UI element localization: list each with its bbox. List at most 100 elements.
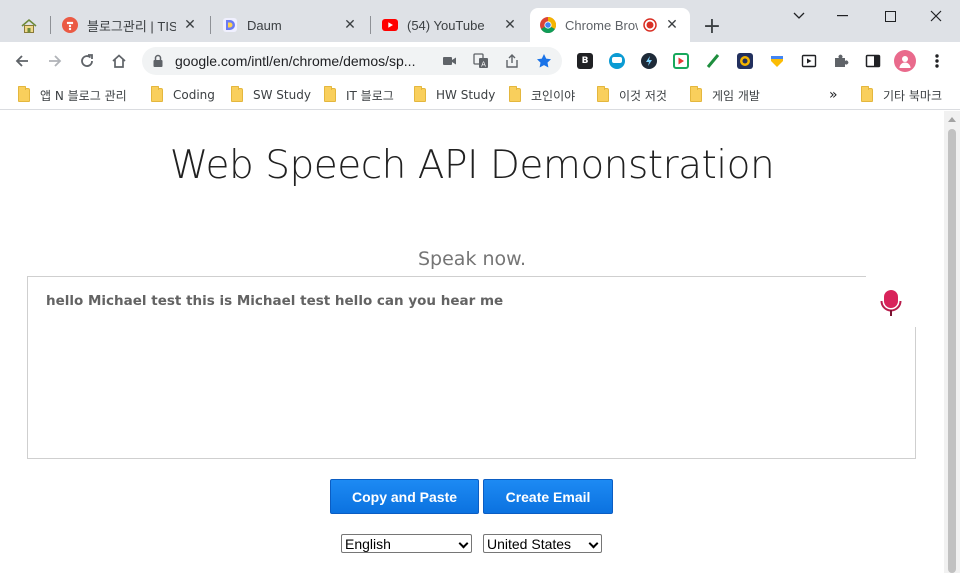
forward-icon[interactable]: [43, 49, 67, 73]
home-tab[interactable]: [12, 12, 46, 40]
share-icon[interactable]: [504, 53, 520, 69]
extension-b-icon[interactable]: B: [577, 53, 593, 69]
tab-title: 블로그관리 | TIST: [87, 18, 176, 34]
close-icon[interactable]: [913, 4, 959, 28]
bookmark-label: SW Study: [253, 88, 311, 102]
bookmark-label: 코인이야: [531, 88, 576, 103]
scrollbar-thumb[interactable]: [948, 129, 956, 573]
bookmark-folder[interactable]: HW Study: [414, 85, 495, 105]
tistory-icon: [62, 17, 78, 33]
dialect-value: United States: [487, 535, 572, 552]
extension-media-icon[interactable]: [801, 53, 817, 69]
bookmark-label: 이것 저것: [619, 88, 667, 103]
page-content: Web Speech API Demonstration Speak now. …: [0, 111, 944, 573]
vertical-scrollbar[interactable]: [944, 111, 960, 573]
bookmark-folder[interactable]: Coding: [151, 85, 215, 105]
bookmark-folder[interactable]: SW Study: [231, 85, 311, 105]
bookmark-folder[interactable]: 앱 N 블로그 관리: [18, 85, 127, 105]
tab-close-icon[interactable]: ✕: [182, 17, 198, 33]
lock-icon: [152, 54, 164, 72]
other-bookmarks-folder[interactable]: 기타 북마크: [861, 85, 942, 105]
language-value: English: [345, 535, 391, 552]
bookmark-star-icon[interactable]: [536, 53, 552, 69]
transcript-text: hello Michael test this is Michael test …: [46, 293, 504, 309]
folder-icon: [324, 86, 336, 102]
bookmark-folder[interactable]: IT 블로그: [324, 85, 394, 105]
folder-icon: [18, 86, 30, 102]
bookmark-label: 앱 N 블로그 관리: [40, 88, 127, 103]
tab-title: (54) YouTube: [407, 17, 485, 33]
extension-chat-icon[interactable]: [609, 53, 625, 69]
scroll-up-arrow-icon[interactable]: [948, 117, 956, 122]
chrome-icon: [540, 17, 556, 33]
svg-text:A: A: [481, 61, 486, 69]
bookmark-folder[interactable]: 이것 저것: [597, 85, 667, 105]
folder-icon: [231, 86, 243, 102]
tab-close-icon[interactable]: ✕: [342, 17, 358, 33]
youtube-icon: [382, 17, 398, 33]
extensions-puzzle-icon[interactable]: [833, 53, 849, 69]
bookmark-label: IT 블로그: [346, 88, 394, 103]
profile-avatar-icon[interactable]: [894, 50, 916, 72]
tab-youtube[interactable]: (54) YouTube ✕: [372, 8, 528, 42]
page-title: Web Speech API Demonstration: [0, 143, 944, 188]
bookmark-label: HW Study: [436, 88, 496, 102]
bookmark-label: 게임 개발: [712, 88, 760, 103]
camera-icon[interactable]: [442, 53, 458, 69]
microphone-button[interactable]: [878, 289, 904, 319]
translate-icon[interactable]: A: [473, 53, 489, 69]
folder-icon: [690, 86, 702, 102]
daum-icon: [222, 17, 238, 33]
bookmarks-overflow-button[interactable]: »: [829, 85, 838, 105]
reload-icon[interactable]: [75, 49, 99, 73]
bookmark-folder[interactable]: 코인이야: [509, 85, 575, 105]
tab-close-icon[interactable]: ✕: [664, 17, 680, 33]
language-select[interactable]: English: [341, 534, 472, 553]
tab-separator: [210, 16, 211, 34]
browser-toolbar: google.com/intl/en/chrome/demos/sp... A …: [0, 42, 960, 80]
tab-separator: [370, 16, 371, 34]
new-tab-button[interactable]: +: [700, 14, 724, 39]
extension-badge-icon[interactable]: [737, 53, 753, 69]
create-email-button[interactable]: Create Email: [483, 479, 613, 514]
extension-shield-icon[interactable]: [769, 53, 785, 69]
bookmark-label: 기타 북마크: [883, 88, 943, 103]
folder-icon: [414, 86, 426, 102]
tab-separator: [50, 16, 51, 34]
folder-icon: [861, 86, 873, 102]
tab-title: Daum: [247, 17, 282, 33]
address-bar[interactable]: google.com/intl/en/chrome/demos/sp... A: [142, 47, 562, 75]
url-text[interactable]: google.com/intl/en/chrome/demos/sp...: [175, 53, 435, 69]
tab-title: Chrome Brow: [565, 17, 638, 33]
back-icon[interactable]: [10, 49, 34, 73]
chevron-double-right-icon: »: [829, 87, 838, 103]
maximize-icon[interactable]: [867, 4, 913, 28]
copy-and-paste-button[interactable]: Copy and Paste: [330, 479, 479, 514]
microphone-icon: [880, 290, 902, 316]
menu-kebab-icon[interactable]: [929, 53, 945, 69]
chevron-down-icon: [588, 538, 599, 549]
status-info: Speak now.: [418, 248, 526, 270]
page-title-secondary: Demonstration: [489, 143, 775, 188]
transcript-box[interactable]: hello Michael test this is Michael test …: [27, 275, 918, 459]
page-title-main: Web Speech API: [169, 143, 479, 188]
side-panel-icon[interactable]: [865, 53, 881, 69]
bookmark-folder[interactable]: 게임 개발: [690, 85, 760, 105]
extension-bolt-icon[interactable]: [641, 53, 657, 69]
home-button-icon[interactable]: [107, 49, 131, 73]
extension-leaf-icon[interactable]: [705, 53, 721, 69]
folder-icon: [509, 86, 521, 102]
tab-chrome-demo[interactable]: Chrome Brow ✕: [530, 8, 690, 42]
minimize-icon[interactable]: [820, 4, 866, 28]
recording-icon: [642, 17, 658, 33]
chevron-down-icon: [458, 538, 469, 549]
extension-play-icon[interactable]: [673, 53, 689, 69]
tab-daum[interactable]: Daum ✕: [212, 8, 368, 42]
bookmark-label: Coding: [173, 88, 215, 102]
home-icon: [21, 18, 37, 33]
tab-close-icon[interactable]: ✕: [502, 17, 518, 33]
tab-strip: 블로그관리 | TIST ✕ Daum ✕ (54) YouTube ✕ Chr…: [0, 0, 960, 42]
dialect-select[interactable]: United States: [483, 534, 602, 553]
tab-tistory[interactable]: 블로그관리 | TIST ✕: [52, 8, 208, 42]
chevron-down-icon[interactable]: [776, 4, 822, 28]
